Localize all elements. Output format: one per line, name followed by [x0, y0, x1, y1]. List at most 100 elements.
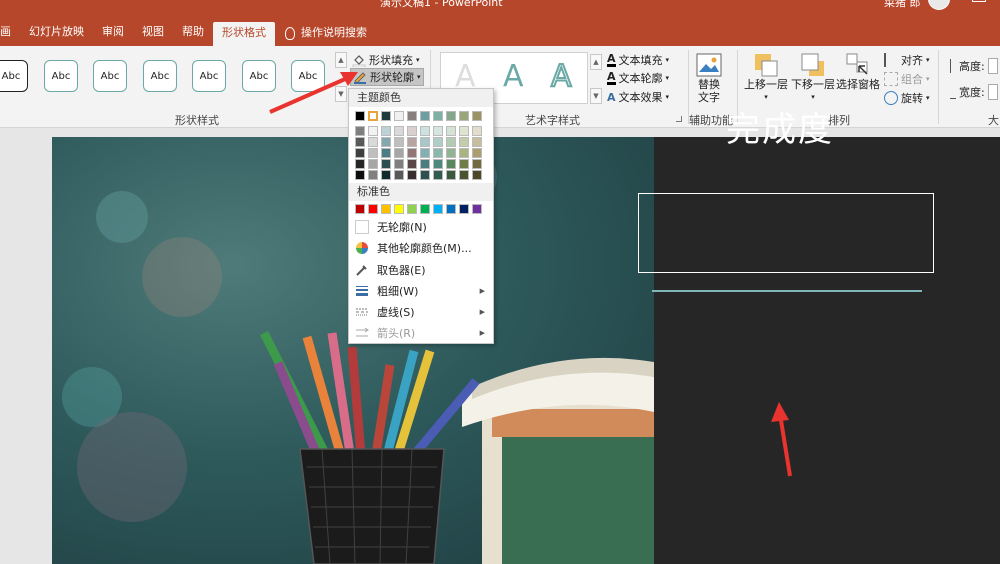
theme-color-swatch[interactable] [407, 170, 417, 180]
theme-color-swatch[interactable] [459, 148, 469, 158]
text-effects-button[interactable]: A 文本效果 ▾ [607, 89, 669, 105]
theme-color-swatch[interactable] [355, 137, 365, 147]
tab-help[interactable]: 帮助 [173, 20, 213, 46]
width-input[interactable] [987, 84, 998, 100]
theme-color-swatch[interactable] [433, 126, 443, 136]
tab-draw[interactable]: 画 [0, 20, 20, 46]
wordart-style-3[interactable]: A [550, 58, 572, 95]
theme-color-swatch[interactable] [355, 126, 365, 136]
theme-color-swatch[interactable] [472, 170, 482, 180]
theme-color-swatch[interactable] [446, 170, 456, 180]
theme-color-swatch[interactable] [420, 159, 430, 169]
theme-color-swatch[interactable] [407, 111, 417, 121]
theme-color-swatch[interactable] [472, 148, 482, 158]
theme-color-swatch[interactable] [355, 159, 365, 169]
user-name[interactable]: 菜猪 郎 [884, 0, 921, 10]
theme-color-swatch[interactable] [394, 170, 404, 180]
theme-color-swatch[interactable] [407, 137, 417, 147]
theme-color-swatch[interactable] [394, 126, 404, 136]
theme-color-swatch[interactable] [381, 159, 391, 169]
align-button[interactable]: 对齐 ▾ [884, 52, 930, 68]
weight-item[interactable]: 粗细(W) ▶ [349, 281, 493, 301]
text-outline-button[interactable]: A 文本轮廓 ▾ [607, 70, 669, 86]
theme-color-swatch[interactable] [368, 111, 378, 121]
selected-rectangle-shape[interactable] [638, 193, 934, 273]
standard-color-swatch[interactable] [407, 204, 417, 214]
theme-color-swatch[interactable] [433, 137, 443, 147]
avatar[interactable] [928, 0, 950, 10]
theme-color-swatch[interactable] [446, 148, 456, 158]
standard-color-swatch[interactable] [381, 204, 391, 214]
tab-review[interactable]: 审阅 [93, 20, 133, 46]
text-fill-button[interactable]: A 文本填充 ▾ [607, 52, 669, 68]
shape-style-2[interactable]: Abc [44, 60, 78, 92]
theme-color-swatch[interactable] [381, 148, 391, 158]
wordart-style-2[interactable]: A [503, 59, 524, 94]
gallery-more[interactable]: ▼ [335, 86, 347, 102]
wordart-scroll-up[interactable]: ▲ [590, 54, 602, 70]
rotate-button[interactable]: 旋转 ▾ [884, 90, 930, 106]
shape-style-5[interactable]: Abc [192, 60, 226, 92]
shape-outline-button[interactable]: 形状轮廓 ▾ [350, 68, 424, 86]
theme-color-swatch[interactable] [433, 148, 443, 158]
tab-slideshow[interactable]: 幻灯片放映 [20, 20, 93, 46]
theme-color-swatch[interactable] [407, 126, 417, 136]
theme-color-swatch[interactable] [459, 126, 469, 136]
theme-color-swatch[interactable] [407, 159, 417, 169]
theme-color-swatch[interactable] [407, 148, 417, 158]
slide-title[interactable]: 完成度 [726, 102, 834, 151]
theme-color-swatch[interactable] [381, 170, 391, 180]
tab-view[interactable]: 视图 [133, 20, 173, 46]
group-button[interactable]: 组合 ▾ [884, 71, 930, 87]
shape-style-3[interactable]: Abc [93, 60, 127, 92]
width-field[interactable]: 宽度: [950, 84, 998, 100]
height-field[interactable]: 高度: [950, 58, 998, 74]
theme-color-swatch[interactable] [368, 137, 378, 147]
share-icon[interactable] [972, 0, 986, 2]
theme-color-swatch[interactable] [433, 170, 443, 180]
theme-color-swatch[interactable] [381, 137, 391, 147]
theme-color-swatch[interactable] [420, 137, 430, 147]
more-outline-colors-item[interactable]: 其他轮廓颜色(M)... [349, 238, 493, 258]
shape-style-6[interactable]: Abc [242, 60, 276, 92]
shape-style-7[interactable]: Abc [291, 60, 325, 92]
theme-color-swatch[interactable] [420, 148, 430, 158]
theme-color-swatch[interactable] [420, 111, 430, 121]
theme-color-swatch[interactable] [446, 126, 456, 136]
theme-color-swatch[interactable] [394, 148, 404, 158]
theme-color-swatch[interactable] [446, 159, 456, 169]
theme-color-swatch[interactable] [381, 111, 391, 121]
theme-color-swatch[interactable] [459, 170, 469, 180]
theme-color-swatch[interactable] [446, 137, 456, 147]
height-input[interactable] [987, 58, 998, 74]
theme-color-swatch[interactable] [459, 159, 469, 169]
theme-color-swatch[interactable] [472, 111, 482, 121]
theme-color-swatch[interactable] [355, 148, 365, 158]
theme-color-swatch[interactable] [433, 159, 443, 169]
theme-color-swatch[interactable] [368, 170, 378, 180]
theme-color-swatch[interactable] [459, 111, 469, 121]
tab-shape-format[interactable]: 形状格式 [213, 22, 275, 46]
standard-color-swatch[interactable] [368, 204, 378, 214]
eyedropper-item[interactable]: 取色器(E) [349, 260, 493, 280]
standard-color-swatch[interactable] [433, 204, 443, 214]
theme-color-swatch[interactable] [368, 126, 378, 136]
theme-color-swatch[interactable] [472, 137, 482, 147]
shape-style-4[interactable]: Abc [143, 60, 177, 92]
theme-color-swatch[interactable] [368, 159, 378, 169]
standard-color-swatch[interactable] [394, 204, 404, 214]
theme-color-swatch[interactable] [446, 111, 456, 121]
theme-color-swatch[interactable] [355, 170, 365, 180]
gallery-scroll-up[interactable]: ▲ [335, 52, 347, 68]
shape-fill-button[interactable]: 形状填充 ▾ [352, 52, 420, 68]
shape-style-1[interactable]: Abc [0, 60, 28, 92]
theme-color-swatch[interactable] [420, 170, 430, 180]
wordart-more[interactable]: ▼ [590, 88, 602, 104]
theme-color-swatch[interactable] [420, 126, 430, 136]
standard-color-swatch[interactable] [446, 204, 456, 214]
tell-me-search[interactable]: 操作说明搜索 [275, 20, 376, 46]
dashes-item[interactable]: 虚线(S) ▶ [349, 302, 493, 322]
standard-color-swatch[interactable] [420, 204, 430, 214]
theme-color-swatch[interactable] [355, 111, 365, 121]
theme-color-swatch[interactable] [472, 126, 482, 136]
